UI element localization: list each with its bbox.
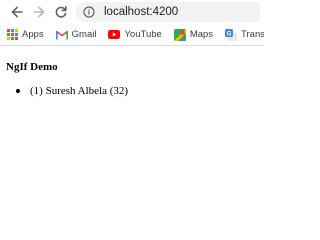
- forward-arrow-icon: [33, 6, 45, 18]
- bookmark-maps[interactable]: Maps: [173, 28, 214, 41]
- bookmark-translate[interactable]: G Translate: [225, 28, 264, 41]
- address-bar-url[interactable]: localhost:4200: [104, 6, 178, 18]
- address-bar[interactable]: localhost:4200: [76, 2, 260, 22]
- site-info-icon[interactable]: [82, 5, 96, 19]
- bookmarks-bar: Apps Gmail YouTube Maps G Tran: [0, 24, 264, 46]
- reload-icon: [55, 6, 67, 18]
- list-item: (1) Suresh Albela (32): [16, 84, 258, 98]
- bookmark-apps[interactable]: Apps: [6, 29, 44, 41]
- forward-button[interactable]: [28, 1, 50, 23]
- browser-toolbar: localhost:4200: [0, 0, 264, 24]
- gmail-icon: [55, 29, 68, 41]
- person-list: (1) Suresh Albela (32): [6, 84, 258, 98]
- bookmark-label: Translate: [241, 29, 264, 40]
- bookmark-label: Apps: [22, 29, 44, 40]
- svg-text:G: G: [227, 31, 232, 37]
- translate-icon: G: [225, 28, 238, 41]
- bookmark-gmail[interactable]: Gmail: [55, 29, 97, 41]
- page-title: NgIf Demo: [6, 61, 58, 73]
- back-arrow-icon: [11, 6, 23, 18]
- bookmark-label: Gmail: [71, 29, 97, 40]
- list-bullet: [16, 89, 20, 93]
- back-button[interactable]: [6, 1, 28, 23]
- maps-icon: [173, 28, 186, 41]
- reload-button[interactable]: [50, 1, 72, 23]
- youtube-icon: [108, 29, 121, 41]
- bookmark-label: Maps: [189, 29, 214, 40]
- bookmark-youtube[interactable]: YouTube: [108, 29, 162, 41]
- bookmark-label: YouTube: [124, 29, 162, 40]
- apps-grid-icon: [6, 29, 18, 41]
- list-item-text: (1) Suresh Albela (32): [30, 85, 129, 97]
- page-content: NgIf Demo (1) Suresh Albela (32): [0, 46, 264, 98]
